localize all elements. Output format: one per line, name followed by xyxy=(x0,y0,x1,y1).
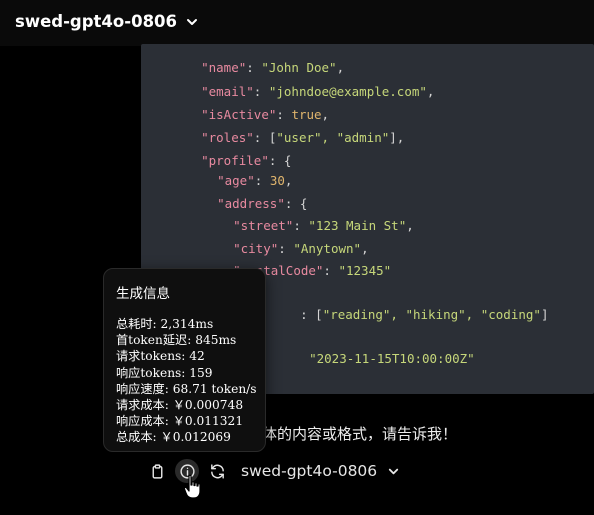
chevron-down-icon xyxy=(389,468,399,474)
generation-info-tooltip: 生成信息 总耗时: 2,314ms 首token延迟: 845ms 请求toke… xyxy=(103,268,266,452)
stat-request-cost: 请求成本: ￥0.000748 xyxy=(116,398,244,413)
stat-response-cost: 响应成本: ￥0.011321 xyxy=(116,414,244,429)
regenerate-button[interactable] xyxy=(205,459,229,483)
hand-cursor-icon xyxy=(183,474,201,499)
model-switcher[interactable]: swed-gpt4o-0806 xyxy=(15,12,199,31)
stat-first-token-latency: 首token延迟: 845ms xyxy=(116,333,237,348)
model-name: swed-gpt4o-0806 xyxy=(15,12,178,31)
stat-response-speed: 响应速度: 68.71 token/s xyxy=(116,381,257,396)
model-selector[interactable]: swed-gpt4o-0806 xyxy=(241,462,400,480)
stat-response-tokens: 响应tokens: 159 xyxy=(116,365,213,380)
refresh-icon xyxy=(210,463,224,479)
chevron-down-icon xyxy=(187,18,198,25)
assistant-reply-text: 体的内容或格式，请告诉我！ xyxy=(262,425,458,443)
stat-total-time: 总耗时: 2,314ms xyxy=(116,317,214,331)
clipboard-icon xyxy=(152,463,162,479)
code-line: "2023-11-15T10:00:00Z" xyxy=(309,351,475,366)
stat-total-cost: 总成本: ￥0.012069 xyxy=(116,430,231,445)
copy-button[interactable] xyxy=(145,459,169,483)
code-line: : ["reading", "hiking", "coding"] xyxy=(300,307,549,322)
top-bar: swed-gpt4o-0806 xyxy=(0,0,594,46)
model-selector-label: swed-gpt4o-0806 xyxy=(241,462,378,480)
tooltip-title: 生成信息 xyxy=(116,286,170,302)
stat-request-tokens: 请求tokens: 42 xyxy=(116,349,205,364)
